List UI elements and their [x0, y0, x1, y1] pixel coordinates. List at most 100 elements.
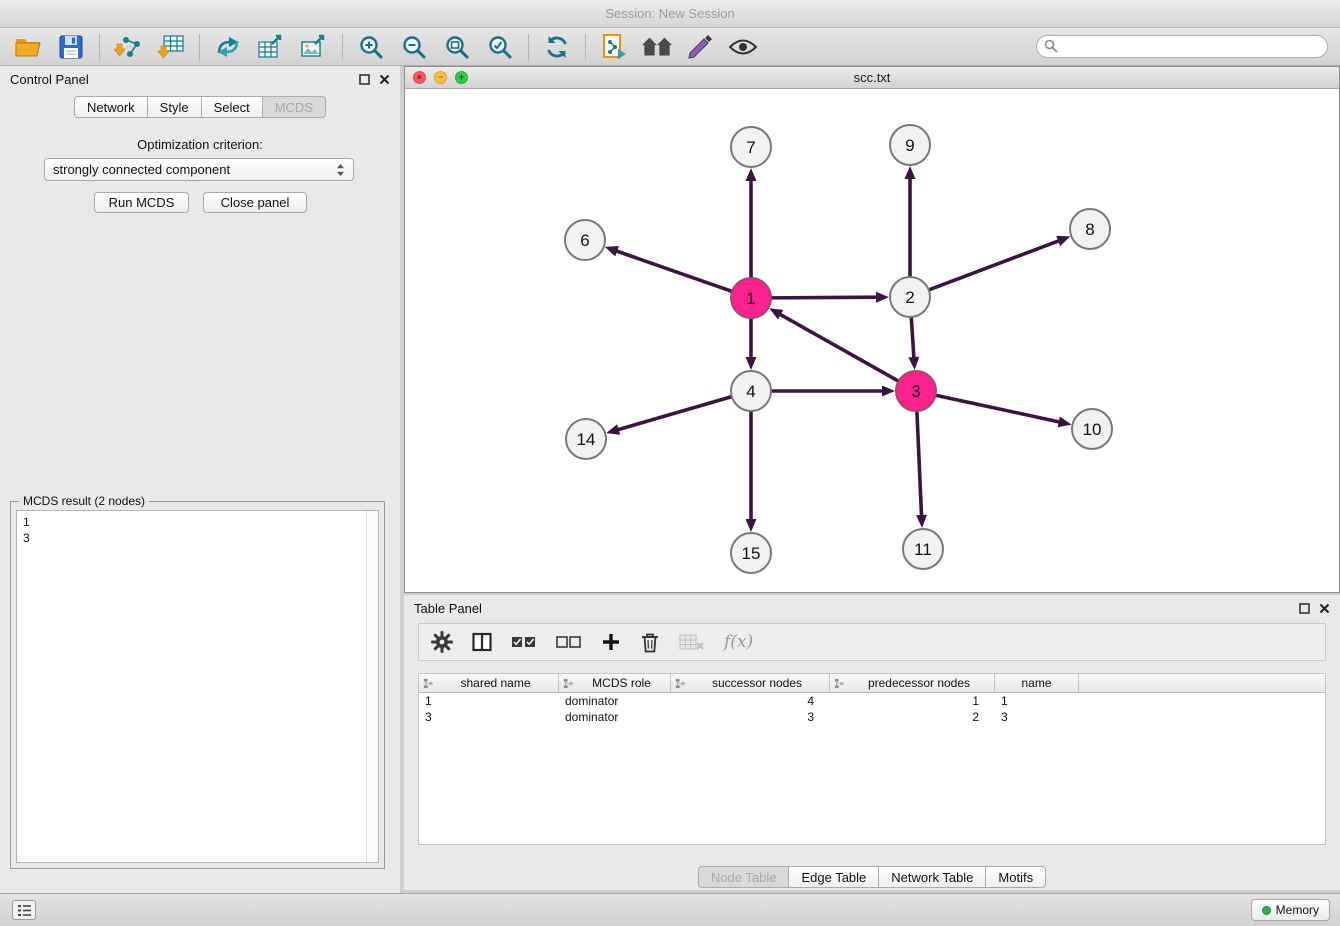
- graph-edge-arrowhead[interactable]: [746, 357, 757, 370]
- network-canvas[interactable]: 7968124314101511: [405, 89, 1339, 592]
- column-header-name[interactable]: name: [995, 674, 1079, 693]
- toolbar-search: [1036, 35, 1328, 58]
- deselect-all-icon[interactable]: [556, 635, 582, 649]
- memory-button-label: Memory: [1276, 903, 1319, 917]
- tab-node-table[interactable]: Node Table: [698, 866, 790, 888]
- graph-node-label: 7: [746, 138, 755, 157]
- graph-edge-arrowhead[interactable]: [746, 168, 757, 181]
- float-panel-icon[interactable]: [359, 74, 370, 85]
- zoom-fit-icon[interactable]: [442, 32, 472, 62]
- graph-node-label: 2: [905, 288, 914, 307]
- graph-edge[interactable]: [781, 315, 899, 381]
- graph-edge-arrowhead[interactable]: [905, 166, 916, 179]
- graph-edge-arrowhead[interactable]: [746, 519, 757, 532]
- graph-edge[interactable]: [771, 297, 876, 298]
- graph-edge[interactable]: [936, 395, 1059, 422]
- table-settings-gear-icon[interactable]: [431, 631, 453, 653]
- main-toolbar: [0, 28, 1340, 66]
- close-window-button[interactable]: ×: [413, 71, 426, 84]
- import-table-icon[interactable]: [156, 32, 186, 62]
- save-session-icon[interactable]: [56, 32, 86, 62]
- close-panel-button[interactable]: Close panel: [203, 192, 307, 213]
- control-panel: Control Panel Network Style Select MCDS …: [0, 66, 400, 893]
- control-panel-title: Control Panel: [10, 72, 89, 87]
- search-icon: [1044, 39, 1058, 53]
- tab-network[interactable]: Network: [74, 96, 148, 118]
- new-network-from-selection-icon[interactable]: [599, 32, 629, 62]
- column-sort-icon: [834, 678, 845, 689]
- column-header-predecessor-nodes[interactable]: predecessor nodes: [830, 674, 995, 693]
- graph-edge[interactable]: [911, 317, 914, 357]
- select-all-icon[interactable]: [511, 635, 537, 649]
- graph-edge-arrowhead[interactable]: [916, 515, 927, 528]
- graph-node-label: 9: [905, 136, 914, 155]
- show-graphics-details-icon[interactable]: [728, 32, 758, 62]
- mcds-result-value: 3: [23, 530, 372, 546]
- import-network-icon[interactable]: [113, 32, 143, 62]
- apply-style-icon[interactable]: [685, 32, 715, 62]
- graph-node-label: 4: [746, 382, 755, 401]
- delete-table-icon[interactable]: [679, 633, 705, 651]
- table-panel-tabs: Node Table Edge Table Network Table Moti…: [404, 866, 1340, 888]
- column-header-mcds-role[interactable]: MCDS role: [559, 674, 671, 693]
- node-table: shared name MCDS role successor nodes pr…: [418, 673, 1326, 845]
- graph-edge-arrowhead[interactable]: [876, 292, 889, 303]
- graph-edge-arrowhead[interactable]: [606, 424, 620, 435]
- add-column-plus-icon[interactable]: [601, 632, 621, 652]
- graph-node-label: 6: [580, 231, 589, 250]
- open-session-icon[interactable]: [13, 32, 43, 62]
- tab-motifs[interactable]: Motifs: [986, 866, 1046, 888]
- graph-edge-arrowhead[interactable]: [882, 386, 895, 397]
- column-header-filler: [1079, 674, 1325, 693]
- table-row[interactable]: 1 dominator 4 1 1: [419, 693, 1325, 709]
- result-scrollbar[interactable]: [366, 511, 378, 862]
- tab-mcds[interactable]: MCDS: [263, 96, 326, 118]
- refresh-icon[interactable]: [542, 32, 572, 62]
- criterion-dropdown[interactable]: strongly connected component: [44, 158, 354, 181]
- graph-node-label: 10: [1083, 420, 1102, 439]
- zoom-out-icon[interactable]: [399, 32, 429, 62]
- column-sort-icon: [423, 678, 434, 689]
- show-column-icon[interactable]: [472, 632, 492, 652]
- export-network-icon[interactable]: [213, 32, 243, 62]
- graph-edge-arrowhead[interactable]: [1058, 416, 1072, 427]
- memory-button[interactable]: Memory: [1251, 899, 1330, 921]
- graph-edge-arrowhead[interactable]: [1056, 236, 1070, 246]
- graph-node-label: 3: [911, 382, 920, 401]
- tab-style[interactable]: Style: [148, 96, 202, 118]
- graph-edge[interactable]: [917, 411, 922, 515]
- tab-network-table[interactable]: Network Table: [879, 866, 986, 888]
- network-window-title: scc.txt: [854, 70, 891, 85]
- search-input[interactable]: [1036, 35, 1328, 58]
- column-header-shared-name[interactable]: shared name: [419, 674, 559, 693]
- export-table-icon[interactable]: [256, 32, 286, 62]
- tab-edge-table[interactable]: Edge Table: [789, 866, 879, 888]
- graph-node-label: 11: [914, 540, 932, 559]
- criterion-value: strongly connected component: [53, 162, 336, 177]
- graph-edge[interactable]: [617, 251, 732, 291]
- export-image-icon[interactable]: [299, 32, 329, 62]
- mcds-result-textarea[interactable]: 1 3: [16, 510, 379, 863]
- table-panel-title: Table Panel: [414, 601, 482, 616]
- float-panel-icon[interactable]: [1299, 603, 1310, 614]
- column-header-successor-nodes[interactable]: successor nodes: [671, 674, 830, 693]
- graph-edge-arrowhead[interactable]: [908, 357, 919, 370]
- close-panel-icon[interactable]: [379, 74, 390, 85]
- tab-select[interactable]: Select: [202, 96, 263, 118]
- run-mcds-button[interactable]: Run MCDS: [94, 192, 189, 213]
- status-bar: Memory: [0, 893, 1340, 926]
- maximize-window-button[interactable]: +: [455, 71, 468, 84]
- zoom-in-icon[interactable]: [356, 32, 386, 62]
- close-panel-icon[interactable]: [1319, 603, 1330, 614]
- function-builder-icon[interactable]: f(x): [724, 632, 753, 652]
- graph-edge[interactable]: [929, 241, 1058, 290]
- minimize-window-button[interactable]: −: [434, 71, 447, 84]
- status-menu-icon[interactable]: [12, 900, 36, 920]
- delete-column-trash-icon[interactable]: [640, 631, 660, 653]
- control-panel-tabs: Network Style Select MCDS: [0, 96, 400, 118]
- zoom-selected-icon[interactable]: [485, 32, 515, 62]
- first-neighbors-icon[interactable]: [642, 32, 672, 62]
- table-row[interactable]: 3 dominator 3 2 3: [419, 709, 1325, 725]
- graph-edge-arrowhead[interactable]: [605, 246, 619, 256]
- graph-edge[interactable]: [619, 397, 732, 430]
